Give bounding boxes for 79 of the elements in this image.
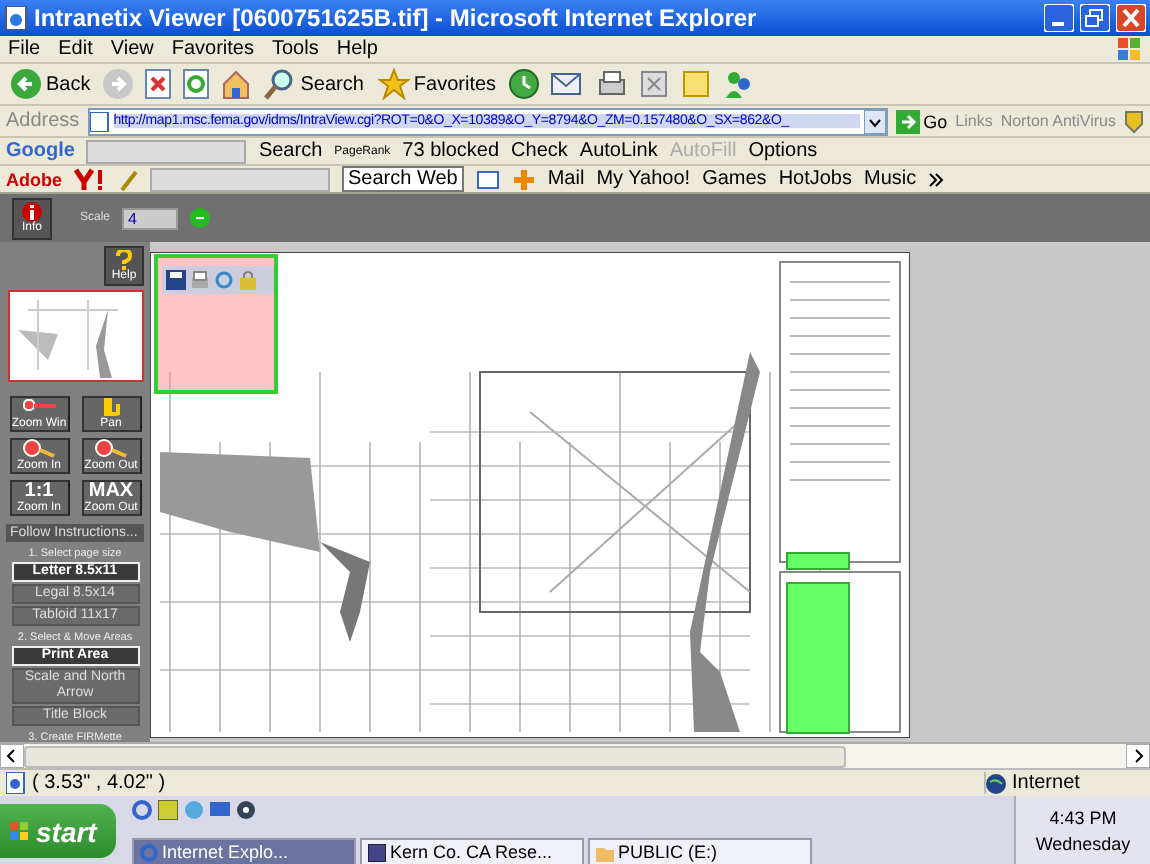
toolbar-button[interactable]: 73 blocked xyxy=(402,140,500,162)
star-icon xyxy=(377,68,410,100)
go-icon[interactable] xyxy=(190,208,211,228)
question-icon xyxy=(116,250,132,270)
taskbar-button[interactable]: Kern Co. CA Rese... xyxy=(360,838,584,864)
toolbar-button[interactable]: AutoLink xyxy=(579,140,658,162)
horizontal-scrollbar[interactable] xyxy=(0,742,1150,768)
toolbar-button[interactable]: Mail xyxy=(547,168,585,190)
window-icon[interactable] xyxy=(475,167,500,191)
globe-icon xyxy=(986,773,1006,793)
page-icon xyxy=(89,111,110,131)
scale-overlay[interactable] xyxy=(786,552,850,570)
windows-logo-icon xyxy=(10,821,30,841)
magnifier-icon xyxy=(264,68,297,100)
adobe-button[interactable]: Adobe xyxy=(6,169,62,189)
menu-item[interactable]: Favorites xyxy=(171,38,254,60)
taskbar-button[interactable]: Internet Explo... xyxy=(132,838,356,864)
pencil-icon[interactable] xyxy=(118,167,138,191)
windows-logo-icon xyxy=(1118,37,1142,61)
history-icon[interactable] xyxy=(508,68,541,100)
clock-time: 4:43 PM xyxy=(1049,808,1117,828)
toolbar-button[interactable]: Options xyxy=(748,140,818,162)
shield-icon[interactable] xyxy=(1124,109,1144,133)
restore-icon[interactable] xyxy=(1080,4,1110,32)
folder-icon xyxy=(596,843,614,861)
refresh-icon[interactable] xyxy=(182,68,211,100)
search-web-button[interactable]: Search Web xyxy=(342,166,464,192)
menu-item[interactable]: Tools xyxy=(271,38,319,60)
zone-text: Internet xyxy=(1012,772,1080,794)
window-title: Intranetix Viewer [0600751625B.tif] - Microsoft Internet Explorer xyxy=(34,4,759,32)
clock-day: Wednesday xyxy=(1035,834,1131,854)
stop-icon[interactable] xyxy=(144,68,173,100)
close-icon[interactable] xyxy=(1116,4,1146,32)
toolbar-button[interactable]: Games xyxy=(702,168,767,190)
go-arrow-icon xyxy=(895,109,920,133)
menu-item[interactable]: Help xyxy=(336,38,378,60)
search-field[interactable] xyxy=(86,139,247,163)
media-icon[interactable] xyxy=(236,800,256,820)
info-icon xyxy=(22,201,42,221)
go-button[interactable]: Go xyxy=(895,109,948,133)
mail-icon[interactable] xyxy=(550,68,587,100)
scroll-left-icon[interactable] xyxy=(0,744,24,768)
save-icon[interactable] xyxy=(166,270,186,290)
menu-item[interactable]: View xyxy=(110,38,154,60)
printer-icon[interactable] xyxy=(596,68,629,100)
toolbar-button[interactable]: My Yahoo! xyxy=(596,168,691,190)
page-icon xyxy=(6,772,26,794)
back-button[interactable]: Back xyxy=(8,68,93,100)
scroll-right-icon[interactable] xyxy=(1126,744,1150,768)
messenger-icon[interactable] xyxy=(722,68,755,100)
taskbar-button[interactable]: PUBLIC (E:) xyxy=(588,838,812,864)
document-icon xyxy=(368,843,386,861)
toolbar-button[interactable]: Check xyxy=(511,140,568,162)
menu-item[interactable]: File xyxy=(8,38,41,60)
minimize-icon[interactable] xyxy=(1044,4,1074,32)
toolbar-button[interactable]: Music xyxy=(864,168,917,190)
yahoo-logo-icon xyxy=(74,167,106,191)
zoom-out-icon xyxy=(93,438,129,460)
favorites-button[interactable]: Favorites xyxy=(375,68,499,100)
toolbar-button[interactable]: HotJobs xyxy=(778,168,852,190)
plus-icon[interactable] xyxy=(511,167,536,191)
rotate-icon[interactable] xyxy=(214,270,234,290)
dropdown-icon xyxy=(863,109,886,133)
address-label: Address xyxy=(6,110,80,132)
menu-item[interactable]: Edit xyxy=(58,38,93,60)
status-text: ( 3.53" , 4.02" ) xyxy=(32,772,168,794)
edit-icon[interactable] xyxy=(638,68,671,100)
title-block-overlay[interactable] xyxy=(786,582,850,734)
toolbar-button[interactable]: Search xyxy=(258,140,323,162)
search-button[interactable]: Search xyxy=(262,68,366,100)
search-field[interactable] xyxy=(150,167,330,191)
home-icon[interactable] xyxy=(220,68,253,100)
thumbnail-map-drawing[interactable] xyxy=(7,290,143,382)
scale-field[interactable]: 4 xyxy=(122,207,179,229)
chevron-icon[interactable] xyxy=(928,171,945,187)
google-logo: Google xyxy=(6,140,75,162)
page-icon xyxy=(4,6,28,30)
zoom-in-icon xyxy=(21,438,57,460)
lock-icon[interactable] xyxy=(238,270,258,290)
